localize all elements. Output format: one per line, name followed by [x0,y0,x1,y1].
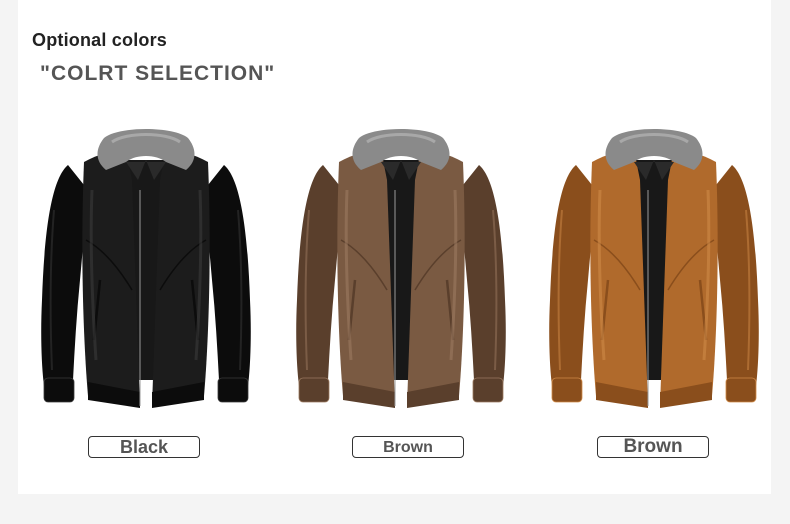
product-tan-jacket[interactable] [536,120,772,420]
color-label-brown[interactable]: Brown [352,436,464,458]
color-selection-panel: Optional colors "COLRT SELECTION" Black … [18,0,771,494]
section-subtitle: "COLRT SELECTION" [40,62,276,85]
tan-leather-jacket-image [549,129,759,408]
product-black-jacket[interactable] [28,120,264,420]
black-leather-jacket-image [41,129,251,408]
color-label-black[interactable]: Black [88,436,200,458]
color-label-tan-brown[interactable]: Brown [597,436,709,458]
brown-leather-jacket-image [296,129,506,408]
section-title: Optional colors [32,30,168,50]
product-brown-jacket[interactable] [283,120,519,420]
